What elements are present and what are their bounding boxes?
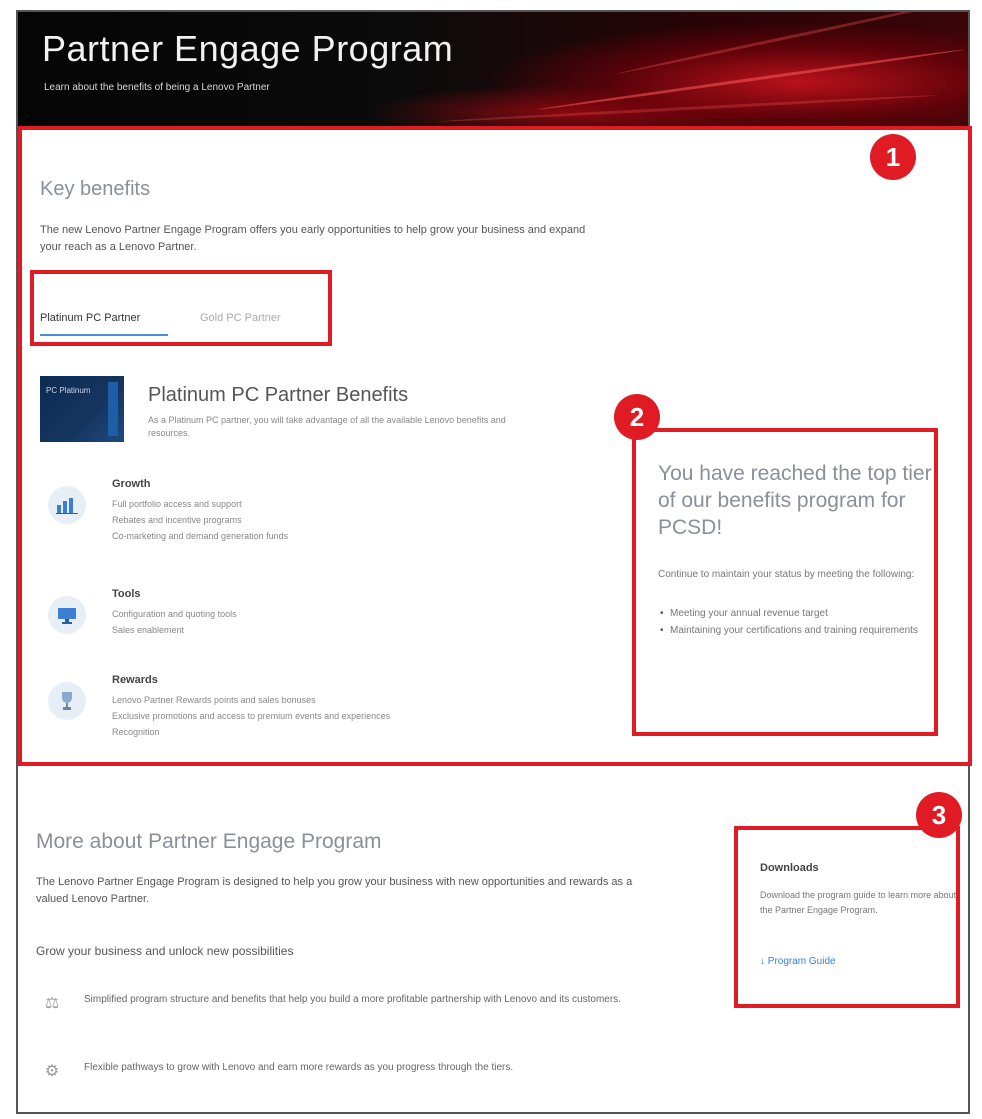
handshake-icon: ⚖ bbox=[44, 995, 60, 1012]
callout-badge-2: 2 bbox=[614, 394, 660, 440]
about-title: More about Partner Engage Program bbox=[36, 830, 382, 853]
grow-item: ⚙ Flexible pathways to grow with Lenovo … bbox=[36, 1060, 656, 1100]
page-subtitle: Learn about the benefits of being a Leno… bbox=[44, 82, 270, 93]
banner-streak bbox=[537, 48, 965, 111]
banner-streak bbox=[437, 93, 938, 123]
grow-item: ⚖ Simplified program structure and benef… bbox=[36, 992, 656, 1032]
callout-box-tabs bbox=[30, 270, 332, 346]
grow-title: Grow your business and unlock new possib… bbox=[36, 944, 294, 958]
callout-box-2 bbox=[632, 428, 938, 736]
page-title: Partner Engage Program bbox=[42, 28, 454, 69]
callout-badge-3: 3 bbox=[916, 792, 962, 838]
path-icon: ⚙ bbox=[44, 1063, 60, 1080]
callout-badge-1: 1 bbox=[870, 134, 916, 180]
hero-banner: Partner Engage Program Learn about the b… bbox=[18, 12, 968, 127]
grow-item-text: Simplified program structure and benefit… bbox=[84, 994, 621, 1005]
about-description: The Lenovo Partner Engage Program is des… bbox=[36, 876, 633, 905]
banner-streak bbox=[617, 12, 961, 75]
grow-item-text: Flexible pathways to grow with Lenovo an… bbox=[84, 1062, 514, 1073]
callout-box-3 bbox=[734, 826, 960, 1008]
